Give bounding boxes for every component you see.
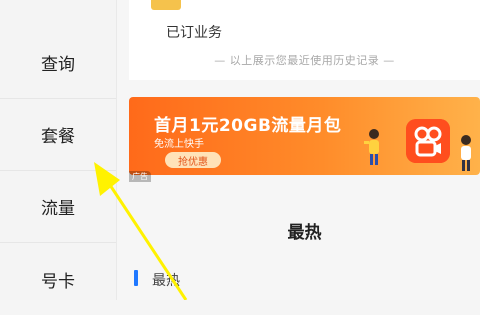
grab-offer-button[interactable]: 抢优惠 [165, 152, 221, 168]
section-title: 最热 [287, 223, 322, 243]
kuaishou-app-icon [406, 119, 450, 163]
section-accent-bar [134, 270, 138, 286]
banner-subtitle: 免流上快手 [154, 139, 204, 150]
sidebar-item-label: 查询 [41, 55, 75, 75]
person-illustration-icon [364, 129, 379, 165]
promo-banner[interactable]: 首月1元20GB流量月包 免流上快手 抢优惠 [129, 97, 480, 175]
sidebar-item-data[interactable]: 流量 [0, 171, 116, 243]
sidebar-item-label: 流量 [41, 199, 75, 219]
sidebar-item-number-card[interactable]: 号卡 [0, 243, 116, 315]
sidebar-item-package[interactable]: 套餐 [0, 99, 116, 171]
person-illustration-icon [461, 135, 471, 171]
subscribed-card: 已订业务 — 以上展示您最近使用历史记录 — [129, 0, 480, 80]
ad-badge: 广告 [129, 171, 151, 182]
sidebar-nav: 查询 套餐 流量 号卡 [0, 0, 117, 300]
sidebar-item-label: 号卡 [41, 271, 75, 292]
sidebar-item-label: 套餐 [41, 127, 75, 147]
hot-subsection-label: 最热 [152, 273, 180, 289]
banner-title: 首月1元20GB流量月包 [154, 116, 342, 136]
history-note: — 以上展示您最近使用历史记录 — [214, 54, 395, 67]
sidebar-item-query[interactable]: 查询 [0, 27, 116, 99]
main-content: 已订业务 — 以上展示您最近使用历史记录 — 首月1元20GB流量月包 免流上快… [117, 0, 480, 300]
service-thumbnail[interactable] [151, 0, 181, 10]
subscribed-label[interactable]: 已订业务 [166, 22, 222, 42]
